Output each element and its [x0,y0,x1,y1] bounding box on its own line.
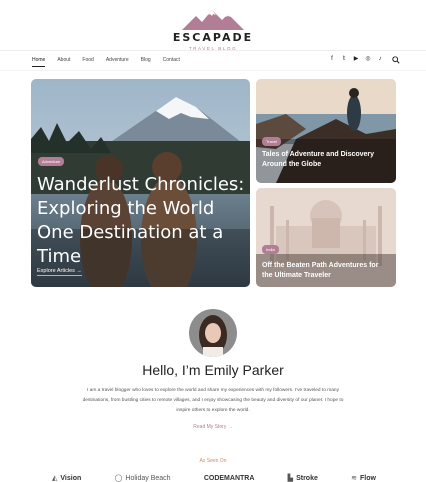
hero-category-badge[interactable]: Adventure [38,157,65,166]
brand-logo: CODEMANTRA [203,474,255,482]
instagram-icon[interactable]: ◎ [365,55,371,63]
post-card[interactable]: India Off the Beaten Path Adventures for… [256,188,396,287]
social-links: f 𝕥 ▶ ◎ ♪ [329,55,383,63]
vision-icon: ◭ [52,475,58,482]
post-card[interactable]: Travel Tales of Adventure and Discovery … [256,79,396,183]
flow-icon: ≋ [351,475,358,482]
explore-articles-link[interactable]: Explore Articles → [37,268,82,276]
featured-post[interactable]: Adventure Wanderlust Chronicles: Explori… [31,79,250,287]
nav-item-contact[interactable]: Contact [163,57,180,67]
card-category-badge[interactable]: India [262,245,279,254]
as-seen-on-label: As Seen On [199,458,227,464]
hero-title[interactable]: Wanderlust Chronicles: Exploring the Wor… [37,173,247,269]
brand-logo: ▙ Stroke [287,474,318,482]
about-heading: Hello, I’m Emily Parker [142,362,284,378]
facebook-icon[interactable]: f [329,55,335,63]
author-avatar [189,309,237,357]
nav-item-home[interactable]: Home [32,57,46,67]
nav-item-food[interactable]: Food [82,57,93,67]
nav-divider [0,70,426,71]
brand-logo: ◯ Holiday Beach [114,474,171,482]
search-icon[interactable] [392,56,400,64]
tiktok-icon[interactable]: ♪ [377,55,383,63]
mountain-logo-icon [182,10,244,30]
about-bio: I am a travel blogger who loves to explo… [82,388,344,413]
nav-item-adventure[interactable]: Adventure [106,57,129,67]
card-category-badge[interactable]: Travel [262,137,281,146]
read-my-story-link[interactable]: Read My Story → [0,424,426,430]
youtube-icon[interactable]: ▶ [353,55,359,63]
card-title[interactable]: Off the Beaten Path Adventures for the U… [262,261,390,281]
card-title[interactable]: Tales of Adventure and Discovery Around … [262,150,390,170]
nav-item-blog[interactable]: Blog [141,57,151,67]
site-logo[interactable]: ESCAPADE TRAVEL BLOG [0,8,426,51]
nav-item-about[interactable]: About [57,57,70,67]
brand-logo: ◭ Vision [52,474,82,482]
main-nav: Home About Food Adventure Blog Contact [32,57,192,67]
twitter-icon[interactable]: 𝕥 [341,55,347,63]
brand-logos: ◭ Vision ◯ Holiday Beach CODEMANTRA ▙ Strok… [52,474,376,482]
holiday-beach-icon: ◯ [114,475,123,482]
header-divider [0,50,426,51]
stroke-icon: ▙ [287,475,294,482]
brand-logo: ≋ Flow [351,474,376,482]
logo-name: ESCAPADE [172,31,254,44]
